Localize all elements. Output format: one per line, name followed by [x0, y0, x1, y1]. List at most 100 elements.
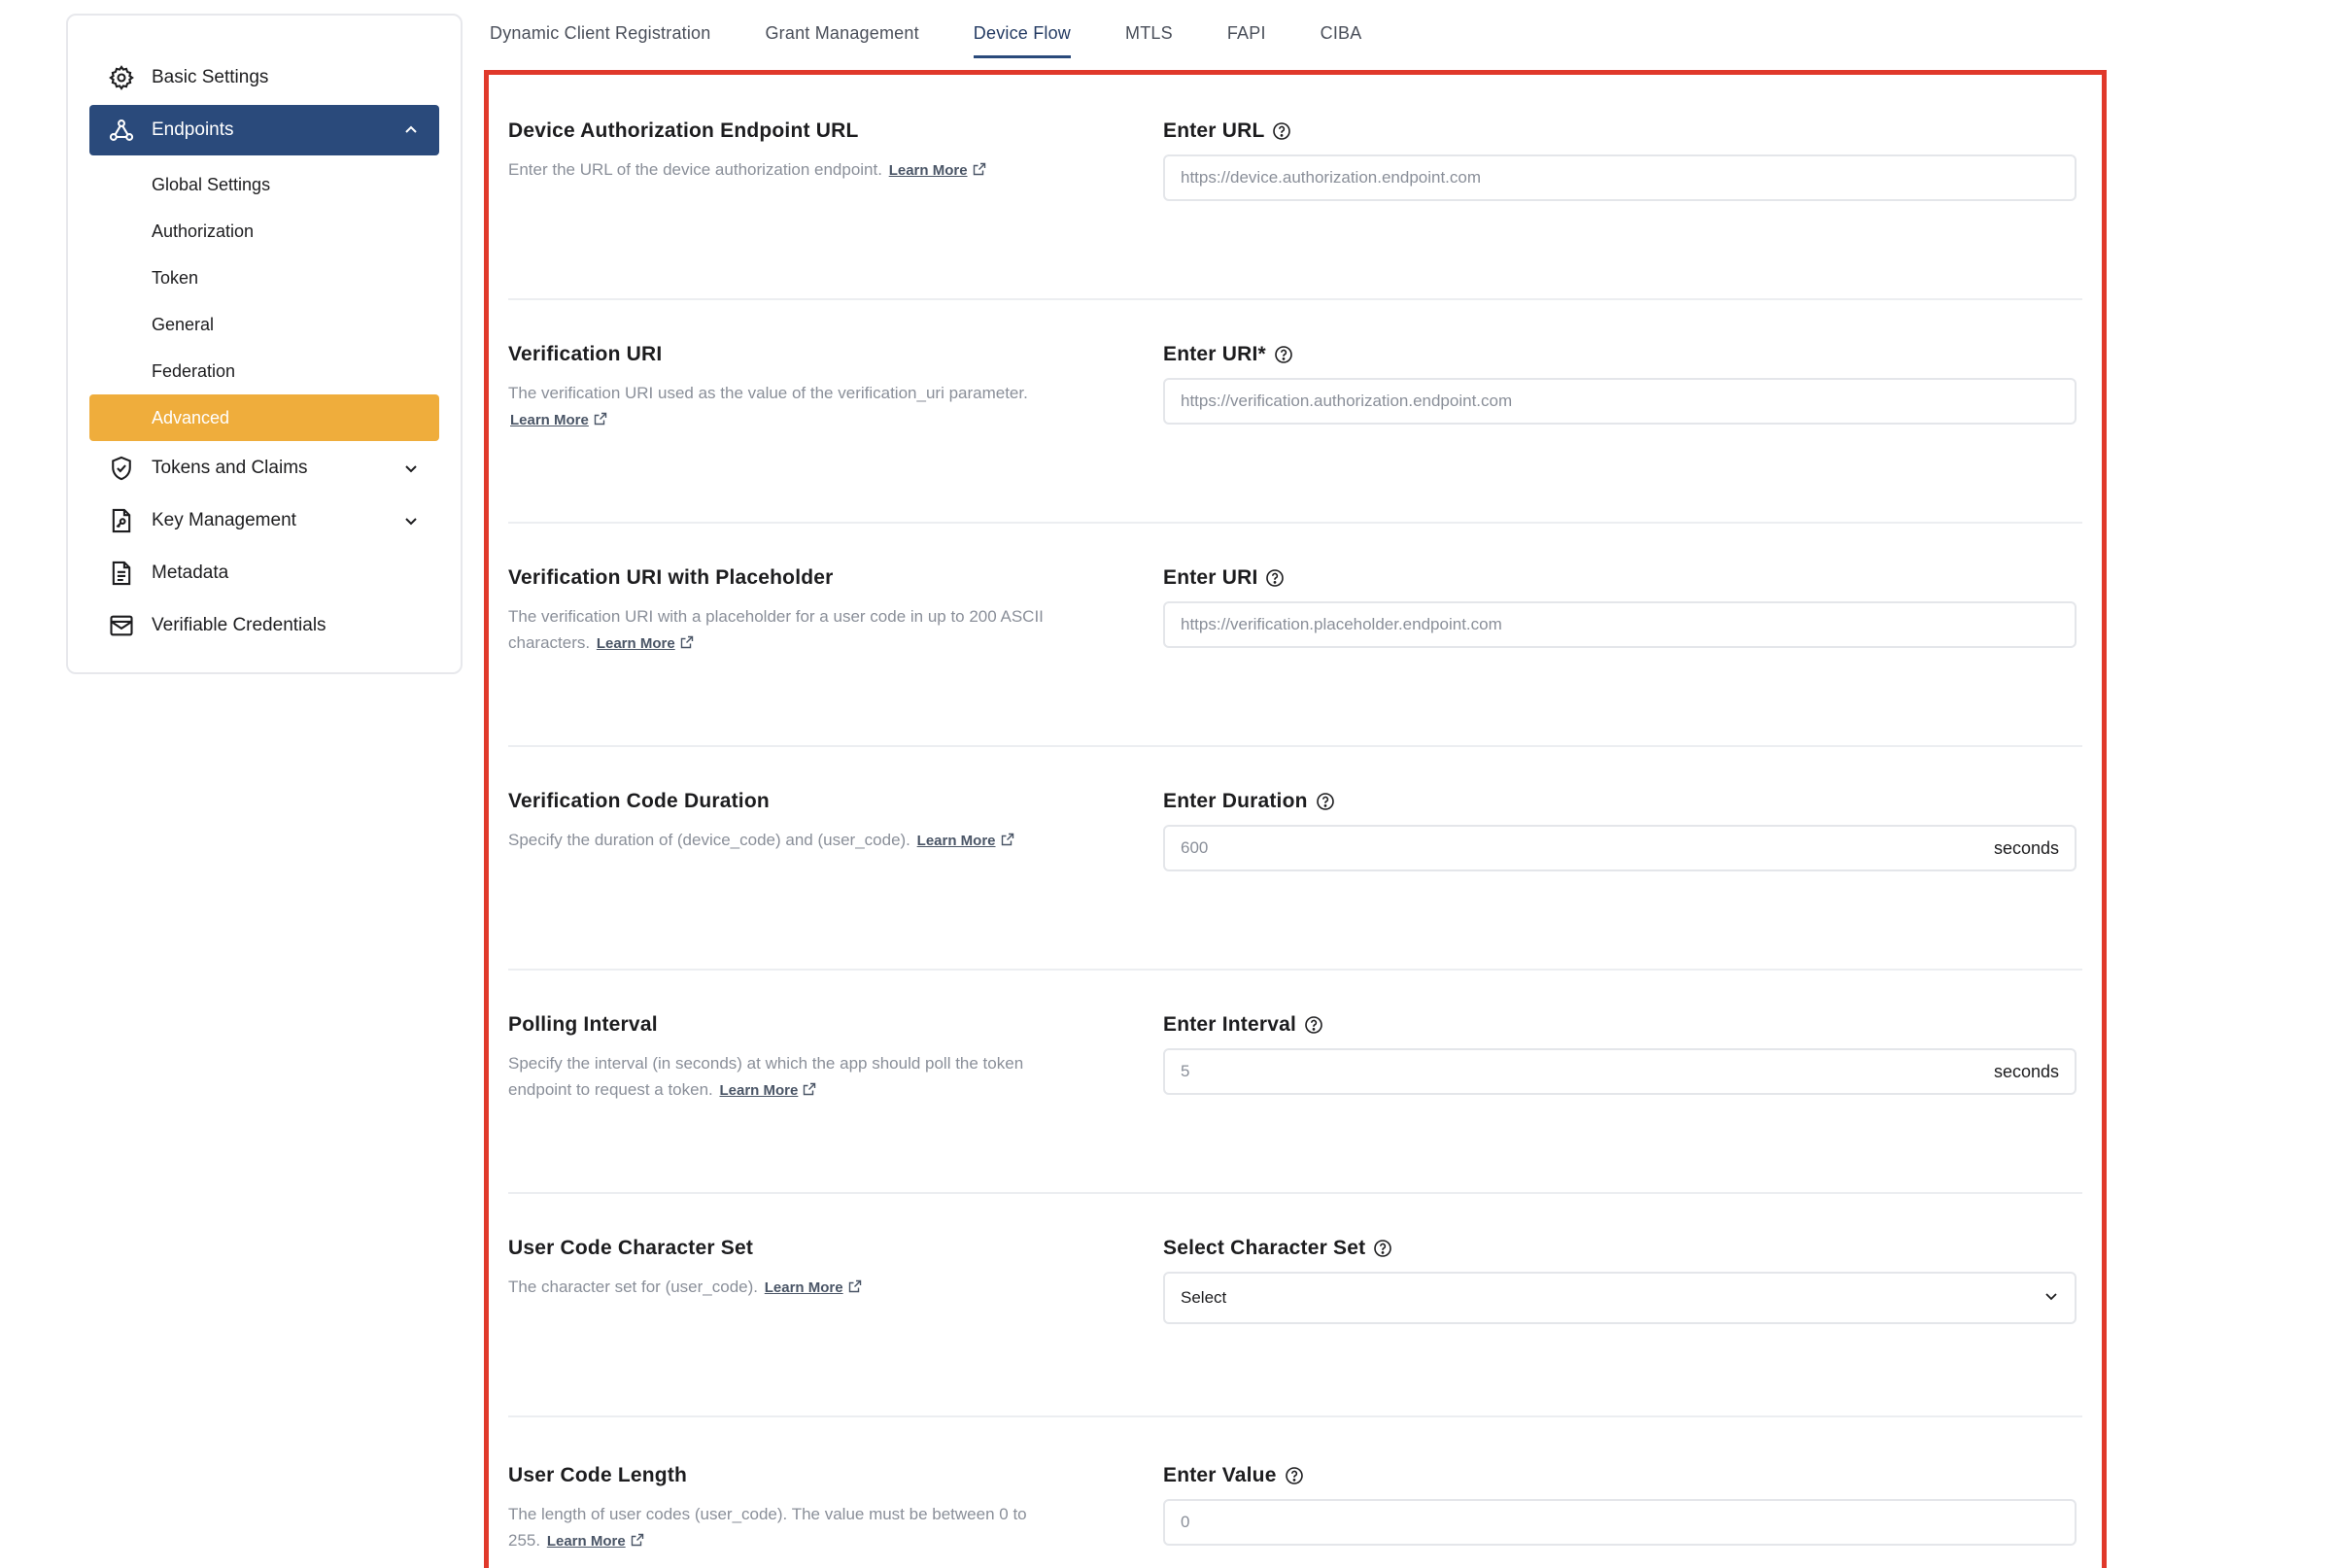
- endpoints-submenu: Global Settings Authorization Token Gene…: [89, 157, 439, 441]
- tab-bar: Dynamic Client Registration Grant Manage…: [490, 0, 1416, 58]
- field-label-text: Enter Value: [1163, 1464, 1277, 1486]
- row-description-block: Verification Code Duration Specify the d…: [508, 790, 1052, 854]
- sidebar-subitem-federation[interactable]: Federation: [89, 348, 439, 394]
- document-icon: [107, 559, 136, 588]
- row-title: Verification URI with Placeholder: [508, 566, 834, 589]
- sidebar-item-label: Metadata: [152, 562, 229, 583]
- row-description: The length of user codes (user_code). Th…: [508, 1501, 1052, 1554]
- row-description: Enter the URL of the device authorizatio…: [508, 156, 1052, 184]
- sidebar-item-tokens-claims[interactable]: Tokens and Claims: [89, 443, 439, 494]
- tab-dynamic-client-registration[interactable]: Dynamic Client Registration: [490, 0, 710, 55]
- learn-more-link[interactable]: Learn More: [597, 635, 675, 652]
- external-link-icon: [594, 412, 607, 426]
- external-link-icon: [680, 635, 693, 649]
- form-row-polling-interval: Polling Interval Specify the interval (i…: [508, 969, 2082, 1194]
- row-title: User Code Character Set: [508, 1237, 754, 1259]
- input-placeholder: 600: [1181, 838, 1209, 857]
- chevron-down-icon: [400, 510, 422, 531]
- external-link-icon: [1001, 833, 1013, 846]
- learn-more-link[interactable]: Learn More: [889, 162, 968, 179]
- external-link-icon: [848, 1279, 861, 1293]
- tab-ciba[interactable]: CIBA: [1321, 0, 1362, 55]
- device-flow-form-panel: Device Authorization Endpoint URL Enter …: [484, 70, 2107, 1568]
- field-label-text: Enter URI: [1163, 566, 1258, 589]
- row-field-block: Enter URI https://verification.placehold…: [1163, 566, 2077, 648]
- help-circle-icon[interactable]: [1373, 1239, 1392, 1258]
- tab-device-flow[interactable]: Device Flow: [973, 0, 1072, 58]
- row-description: Specify the interval (in seconds) at whi…: [508, 1050, 1052, 1104]
- sidebar-subitem-global-settings[interactable]: Global Settings: [89, 161, 439, 208]
- input-unit-suffix: seconds: [1993, 1061, 2059, 1081]
- help-circle-icon[interactable]: [1274, 345, 1293, 364]
- field-label-text: Select Character Set: [1163, 1237, 1366, 1259]
- tab-grant-management[interactable]: Grant Management: [765, 0, 918, 55]
- sidebar-item-metadata[interactable]: Metadata: [89, 548, 439, 598]
- help-circle-icon[interactable]: [1272, 121, 1291, 141]
- description-text: The verification URI with a placeholder …: [508, 607, 1044, 652]
- tab-fapi[interactable]: FAPI: [1227, 0, 1266, 55]
- sidebar-subitem-token[interactable]: Token: [89, 255, 439, 301]
- help-circle-icon[interactable]: [1285, 1466, 1304, 1485]
- external-link-icon: [973, 162, 985, 176]
- help-circle-icon[interactable]: [1265, 568, 1285, 588]
- polling-interval-input[interactable]: 5 seconds: [1163, 1048, 2077, 1095]
- help-circle-icon[interactable]: [1304, 1015, 1323, 1035]
- verification-uri-placeholder-input[interactable]: https://verification.placeholder.endpoin…: [1163, 601, 2077, 648]
- sidebar-subitem-general[interactable]: General: [89, 301, 439, 348]
- key-document-icon: [107, 506, 136, 535]
- verification-code-duration-input[interactable]: 600 seconds: [1163, 825, 2077, 871]
- learn-more-link[interactable]: Learn More: [917, 833, 996, 849]
- tab-mtls[interactable]: MTLS: [1125, 0, 1173, 55]
- input-placeholder: https://verification.authorization.endpo…: [1181, 392, 1513, 410]
- row-description-block: Device Authorization Endpoint URL Enter …: [508, 119, 1052, 184]
- form-row-verification-uri: Verification URI The verification URI us…: [508, 298, 2082, 524]
- field-label: Enter URI*: [1163, 343, 2077, 366]
- form-row-device-authorization-url: Device Authorization Endpoint URL Enter …: [508, 75, 2082, 300]
- learn-more-link[interactable]: Learn More: [510, 412, 589, 428]
- webhook-icon: [107, 116, 136, 145]
- row-title: Device Authorization Endpoint URL: [508, 119, 859, 142]
- sidebar-item-key-management[interactable]: Key Management: [89, 495, 439, 546]
- row-field-block: Enter Interval 5 seconds: [1163, 1013, 2077, 1095]
- field-label-text: Enter URI*: [1163, 343, 1266, 365]
- sidebar-item-verifiable-credentials[interactable]: Verifiable Credentials: [89, 600, 439, 651]
- field-label: Enter URL: [1163, 119, 2077, 143]
- sidebar-item-basic-settings[interactable]: Basic Settings: [89, 52, 439, 103]
- row-title: Polling Interval: [508, 1013, 658, 1036]
- sidebar-item-endpoints[interactable]: Endpoints: [89, 105, 439, 155]
- sidebar-subitem-authorization[interactable]: Authorization: [89, 208, 439, 255]
- verification-uri-input[interactable]: https://verification.authorization.endpo…: [1163, 378, 2077, 425]
- field-label-text: Enter URL: [1163, 119, 1265, 142]
- sidebar-item-label: Endpoints: [152, 119, 234, 140]
- chevron-down-icon: [2043, 1288, 2059, 1309]
- form-row-user-code-length: User Code Length The length of user code…: [508, 1419, 2082, 1568]
- row-title: Verification Code Duration: [508, 790, 770, 812]
- sidebar: Basic Settings Endpoints Global Settings…: [66, 14, 463, 674]
- form-row-verification-code-duration: Verification Code Duration Specify the d…: [508, 745, 2082, 971]
- learn-more-link[interactable]: Learn More: [547, 1533, 626, 1550]
- sidebar-subitem-advanced[interactable]: Advanced: [89, 394, 439, 441]
- row-field-block: Enter URI* https://verification.authoriz…: [1163, 343, 2077, 425]
- help-circle-icon[interactable]: [1316, 792, 1335, 811]
- device-authorization-url-input[interactable]: https://device.authorization.endpoint.co…: [1163, 154, 2077, 201]
- sidebar-item-label: Tokens and Claims: [152, 458, 308, 478]
- description-text: The verification URI used as the value o…: [508, 384, 1028, 402]
- row-field-block: Select Character Set Select: [1163, 1237, 2077, 1324]
- field-label: Enter URI: [1163, 566, 2077, 590]
- external-link-icon: [631, 1533, 643, 1547]
- user-code-length-input[interactable]: 0: [1163, 1499, 2077, 1546]
- field-label: Enter Value: [1163, 1464, 2077, 1487]
- character-set-select[interactable]: Select: [1163, 1272, 2077, 1324]
- field-label-text: Enter Duration: [1163, 790, 1308, 812]
- chevron-down-icon: [400, 458, 422, 479]
- row-description: Specify the duration of (device_code) an…: [508, 827, 1052, 854]
- input-placeholder: https://device.authorization.endpoint.co…: [1181, 168, 1482, 187]
- field-label: Enter Interval: [1163, 1013, 2077, 1037]
- learn-more-link[interactable]: Learn More: [765, 1279, 843, 1296]
- learn-more-link[interactable]: Learn More: [720, 1082, 799, 1099]
- row-description-block: User Code Length The length of user code…: [508, 1464, 1052, 1554]
- field-label: Select Character Set: [1163, 1237, 2077, 1260]
- gear-icon: [107, 63, 136, 92]
- credential-card-icon: [107, 611, 136, 640]
- input-placeholder: 0: [1181, 1513, 1190, 1531]
